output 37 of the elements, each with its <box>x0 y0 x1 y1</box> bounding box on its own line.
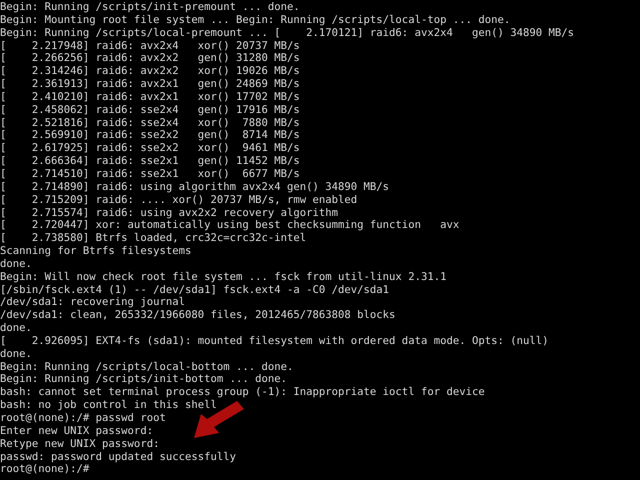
terminal-line: [ 2.714890] raid6: using algorithm avx2x4 gen() 34890 MB/s <box>0 180 390 194</box>
terminal-line: Scanning for Btrfs filesystems <box>0 245 192 258</box>
terminal-line: Begin: Will now check root file system ... fsck from util-linux 2.31.1 <box>0 270 448 284</box>
terminal-line: [ 2.715209] raid6: .... xor() 20737 MB/s, rmw enabled <box>0 194 358 206</box>
terminal-line: [ 2.410210] raid6: avx2x1 xor() 17702 MB/s <box>0 90 301 104</box>
terminal-line: [ 2.714510] raid6: sse2x1 xor() 6677 MB/s <box>0 168 301 181</box>
terminal-line: passwd: password updated successfully <box>0 450 237 464</box>
terminal-line: root@(none):/# <box>0 463 90 476</box>
terminal-line: [ 2.715574] raid6: using avx2x2 recovery algorithm <box>0 206 340 220</box>
terminal-line: root@(none):/# passwd root <box>0 412 167 425</box>
terminal-line: [ 2.314246] raid6: avx2x2 xor() 19026 MB/s <box>0 65 301 78</box>
terminal-line: Begin: Running /scripts/local-bottom ... done. <box>0 360 294 374</box>
terminal-line: Enter new UNIX password: <box>0 424 154 438</box>
terminal-line: [ 2.458062] raid6: sse2x4 gen() 17916 MB/s <box>0 104 301 117</box>
terminal-line: [ 2.926095] EXT4-fs (sda1): mounted filesystem with ordered data mode. Opts: (null) <box>0 334 550 348</box>
terminal-line: [ 2.666364] raid6: sse2x1 gen() 11452 MB/s <box>0 155 301 168</box>
terminal-line: /dev/sda1: recovering journal <box>0 296 186 310</box>
terminal-line: /dev/sda1: clean, 265332/1966080 files, 2012465/7863808 blocks <box>0 309 396 322</box>
terminal-line: [ 2.217948] raid6: avx2x4 xor() 20737 MB/s <box>0 40 301 52</box>
terminal-line: [ 2.266256] raid6: avx2x2 gen() 31280 MB/s <box>0 52 301 66</box>
terminal-line: Retype new UNIX password: <box>0 438 160 451</box>
terminal-line: bash: cannot set terminal process group (-1): Inappropriate ioctl for device <box>0 386 486 400</box>
terminal-line: [ 2.617925] raid6: sse2x2 xor() 9461 MB/s <box>0 142 301 156</box>
terminal-line: Begin: Running /scripts/init-premount ... done. <box>0 1 301 14</box>
terminal-line: done. <box>0 322 33 335</box>
terminal-line: Begin: Running /scripts/local-premount ... [ 2.170121] raid6: avx2x4 gen() 34890 MB/s <box>0 26 576 40</box>
terminal-line: [ 2.738580] Btrfs loaded, crc32c=crc32c-intel <box>0 232 308 246</box>
terminal-line: [ 2.521816] raid6: sse2x4 xor() 7880 MB/s <box>0 116 301 130</box>
terminal-line: bash: no job control in this shell <box>0 399 218 412</box>
terminal-line: done. <box>0 348 33 361</box>
terminal-line: done. <box>0 258 33 271</box>
terminal-line: [ 2.720447] xor: automatically using best checksumming function avx <box>0 219 460 232</box>
terminal-line: [/sbin/fsck.ext4 (1) -- /dev/sda1] fsck.ext4 -a -C0 /dev/sda1 <box>0 284 390 296</box>
terminal-line: Begin: Mounting root file system ... Begin: Running /scripts/local-top ... done. <box>0 14 512 27</box>
terminal-line: [ 2.569910] raid6: sse2x2 gen() 8714 MB/s <box>0 129 301 142</box>
terminal-line: Begin: Running /scripts/init-bottom ... done. <box>0 373 288 386</box>
terminal-line: [ 2.361913] raid6: avx2x1 gen() 24869 MB/s <box>0 78 301 91</box>
